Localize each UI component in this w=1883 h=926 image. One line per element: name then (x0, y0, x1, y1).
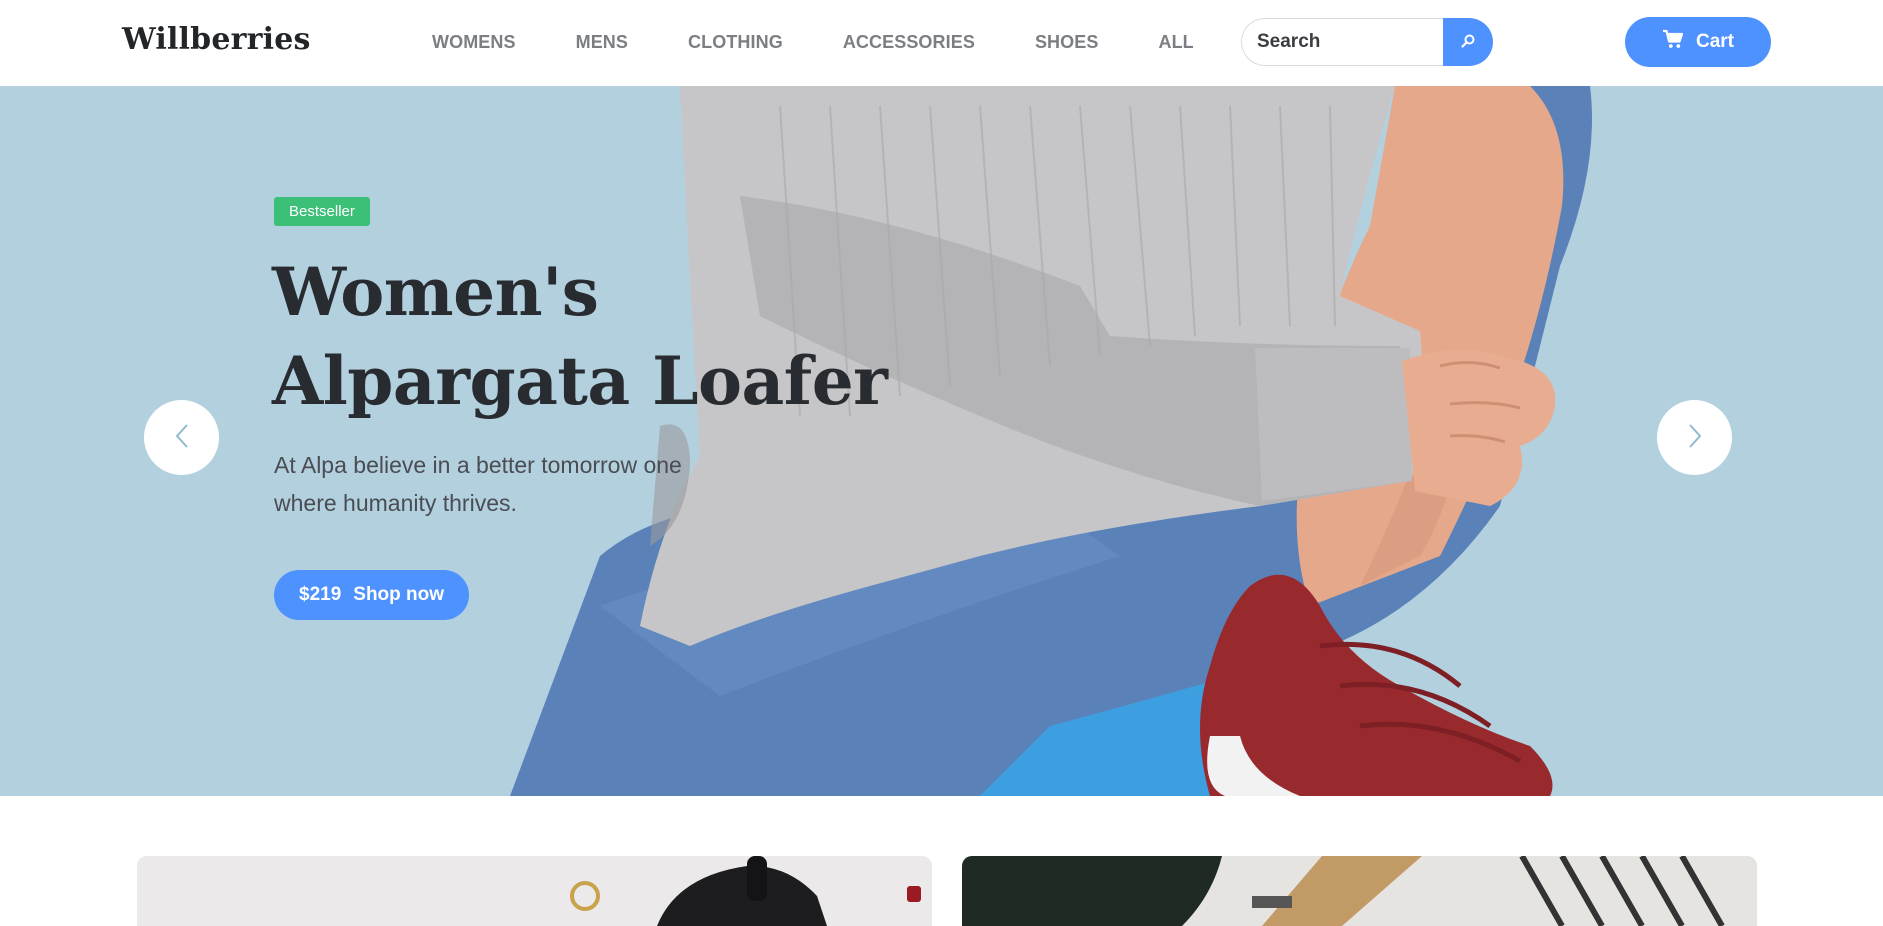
hero-image (510, 86, 1592, 796)
chevron-left-icon (174, 423, 190, 452)
nav-link-shoes[interactable]: SHOES (1035, 30, 1099, 54)
hero-title: Women's Alpargata Loafer (272, 248, 892, 426)
search-input[interactable] (1241, 18, 1443, 66)
search-icon (1460, 33, 1476, 52)
hero-slider: Bestseller Women's Alpargata Loafer At A… (0, 86, 1883, 796)
slider-prev-button[interactable] (144, 400, 219, 475)
nav-link-womens[interactable]: WOMENS (432, 30, 516, 54)
nav-link-all[interactable]: ALL (1158, 30, 1193, 54)
promo-card-image (962, 856, 1757, 926)
cart-icon (1662, 29, 1684, 55)
hero-title-line-1: Women's (272, 253, 599, 331)
promo-card-clothing[interactable] (962, 856, 1757, 926)
promo-card-image (137, 856, 932, 926)
nav-link-accessories[interactable]: ACCESSORIES (843, 30, 975, 54)
nav-link-mens[interactable]: MENS (576, 30, 628, 54)
hero-description: At Alpa believe in a better tomorrow one… (274, 452, 682, 516)
site-header: Willberries WOMENS MENS CLOTHING ACCESSO… (0, 0, 1883, 86)
bestseller-badge: Bestseller (274, 197, 370, 226)
chevron-right-icon (1687, 423, 1703, 452)
main-nav: WOMENS MENS CLOTHING ACCESSORIES SHOES A… (432, 30, 1194, 54)
hero-title-line-2: Alpargata Loafer (272, 342, 888, 420)
logo[interactable]: Willberries (122, 20, 311, 60)
cart-label: Cart (1695, 31, 1734, 52)
slider-next-button[interactable] (1657, 400, 1732, 475)
cart-button[interactable]: Cart (1625, 17, 1771, 67)
shop-now-button[interactable]: $219 Shop now (274, 570, 470, 620)
product-price: $219 (299, 584, 342, 605)
promo-card-accessories[interactable] (137, 856, 932, 926)
search-form (1241, 18, 1493, 66)
nav-link-clothing[interactable]: CLOTHING (688, 30, 783, 54)
shop-now-label: Shop now (353, 584, 445, 605)
search-button[interactable] (1443, 18, 1493, 66)
